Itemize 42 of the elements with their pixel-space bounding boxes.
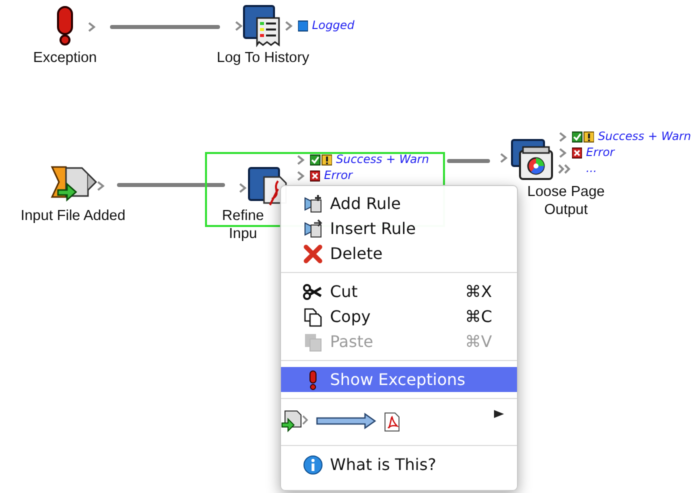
check-warning-icon	[572, 131, 594, 143]
menu-item[interactable]: Delete	[281, 241, 517, 266]
double-chevron-icon	[558, 164, 572, 174]
copy-icon	[303, 306, 323, 326]
output-label: Logged	[312, 18, 354, 33]
document-list-icon	[243, 5, 283, 47]
exclamation-icon	[54, 6, 76, 46]
output-label: Error	[324, 168, 352, 183]
node-label: Exception	[32, 49, 98, 67]
menu-item[interactable]: Cut ⌘X	[281, 279, 517, 304]
output-label: Success + Warn	[598, 129, 692, 144]
connector-line	[447, 159, 490, 163]
node-label: Input File Added	[20, 207, 126, 225]
chevron-icon	[234, 21, 243, 31]
menu-item[interactable]: Copy ⌘C	[281, 304, 517, 329]
chevron-icon	[87, 22, 96, 32]
menu-item[interactable]: Add Rule	[281, 191, 517, 216]
output-label: Success + Warn	[336, 152, 430, 167]
chevron-icon	[284, 21, 293, 31]
node-label: Log To History	[216, 49, 310, 67]
error-x-icon	[310, 170, 320, 182]
rule-add-icon	[303, 194, 323, 214]
info-icon	[303, 454, 323, 474]
menu-item[interactable]: What is This?	[281, 452, 517, 477]
delete-icon	[303, 244, 323, 264]
chevron-icon	[238, 183, 247, 193]
node-label: Refine Inpu	[221, 207, 265, 243]
paste-icon	[303, 332, 323, 352]
printer-icon	[511, 139, 555, 181]
check-warning-icon	[310, 154, 332, 166]
menu-item[interactable]: Show Exceptions	[281, 367, 517, 392]
output-label: Error	[586, 145, 614, 160]
file-arrow-icon	[50, 164, 98, 202]
rule-insert-icon	[303, 218, 323, 238]
error-x-icon	[572, 147, 582, 159]
output-label: ...	[586, 161, 597, 176]
menu-item[interactable]: Insert Rule	[281, 216, 517, 241]
chevron-icon	[499, 153, 508, 163]
chevron-icon	[96, 181, 105, 191]
node-label: Loose Page Output	[526, 183, 606, 219]
scissors-icon	[303, 282, 323, 302]
submenu-arrow-icon	[494, 410, 504, 418]
